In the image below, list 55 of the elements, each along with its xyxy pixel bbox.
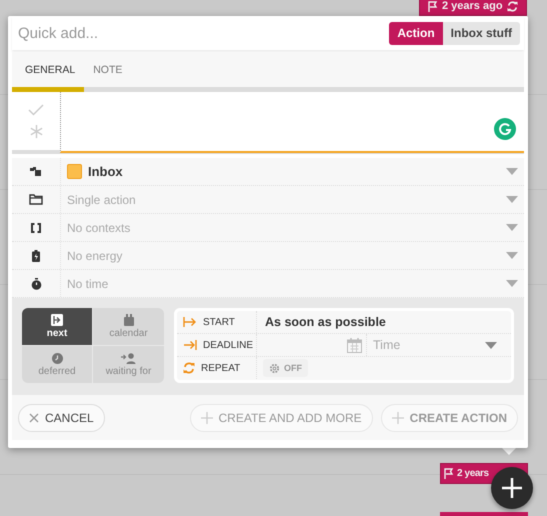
repeat-toggle[interactable]: OFF [263,359,308,377]
field-placeholder[interactable]: No contexts [67,220,130,234]
tab[interactable]: GENERAL [16,52,84,87]
date-label: REPEAT [201,362,240,374]
person-arrow-icon [121,352,136,364]
plus-icon [200,412,213,424]
caret-icon [485,342,497,348]
date-label: DEADLINE [203,340,254,350]
state-button[interactable]: waiting for [93,346,164,383]
check-icon[interactable] [28,104,44,116]
caret-icon[interactable] [506,168,518,175]
add-button[interactable] [491,467,533,509]
battery-icon [32,250,40,262]
badge-text: 2 years [457,468,489,479]
field-placeholder[interactable]: No energy [67,248,122,262]
refresh-icon [183,362,195,374]
type-toggle-button[interactable]: Action [389,22,443,44]
field-placeholder[interactable]: No time [67,276,108,290]
star-icon[interactable] [28,124,44,138]
quick-add-field[interactable]: Quick add... [16,24,320,42]
state-button[interactable]: next [22,308,92,345]
stopwatch-icon [30,278,42,290]
cancel-button[interactable]: CANCEL [18,404,105,432]
start-value[interactable]: As soon as possible [257,315,511,329]
arrow-right-bar-icon [183,317,197,327]
plus-icon [392,412,404,424]
state-button[interactable]: calendar [93,308,164,345]
gear-icon [269,362,280,374]
arrow-to-bar-icon [183,340,197,350]
type-toggle-button[interactable]: Inbox stuff [442,22,520,44]
calendar-icon [122,314,134,326]
flag-icon [428,0,438,12]
refresh-badge-icon[interactable] [494,118,516,140]
plus-icon [502,478,522,498]
clock-icon [52,352,62,364]
caret-icon[interactable] [506,252,518,259]
folder-icon [29,194,43,205]
field-placeholder[interactable]: Single action [67,192,136,206]
caret-icon[interactable] [506,196,518,203]
close-icon [29,412,39,422]
enter-icon [51,314,63,326]
blocks-icon [30,166,42,176]
calendar-icon[interactable] [347,338,362,352]
title-field[interactable] [60,92,524,153]
time-select[interactable]: Time [366,334,511,356]
field-value[interactable]: Inbox [88,164,123,179]
caret-icon[interactable] [506,280,518,287]
refresh-icon [507,0,518,12]
brackets-icon [31,222,41,232]
caret-icon[interactable] [506,224,518,231]
state-button[interactable]: deferred [22,346,92,383]
date-label: START [203,316,235,328]
badge-text: 2 years ago [442,0,503,12]
flag-icon [444,468,454,479]
tab[interactable]: NOTE [84,52,132,87]
